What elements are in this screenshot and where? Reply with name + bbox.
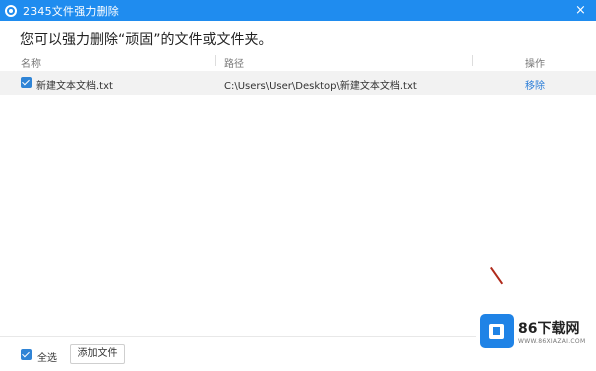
file-name: 新建文本文档.txt — [36, 81, 113, 92]
column-divider — [215, 55, 216, 66]
window-title: 2345文件强力删除 — [23, 4, 119, 18]
column-header-name: 名称 — [21, 59, 41, 70]
footer-divider — [0, 336, 476, 337]
headline: 您可以强力删除“顽固”的文件或文件夹。 — [20, 32, 273, 48]
cursor-mark — [490, 266, 504, 285]
table-header: 名称 路径 操作 — [0, 52, 596, 70]
column-header-action: 操作 — [525, 59, 545, 70]
select-all-checkbox[interactable] — [21, 349, 32, 360]
app-icon — [5, 4, 17, 17]
watermark-title: 86下载网 — [518, 321, 580, 337]
close-icon[interactable]: × — [573, 3, 588, 18]
watermark-logo-icon — [480, 314, 514, 348]
title-bar: 2345文件强力删除 × — [0, 0, 596, 21]
file-path: C:\Users\User\Desktop\新建文本文档.txt — [224, 81, 417, 92]
table-row[interactable]: 新建文本文档.txt C:\Users\User\Desktop\新建文本文档.… — [0, 71, 596, 95]
row-checkbox[interactable] — [21, 77, 32, 88]
watermark: 86下载网 WWW.86XIAZAI.COM — [478, 310, 596, 371]
select-all-label[interactable]: 全选 — [37, 349, 57, 364]
watermark-subtitle: WWW.86XIAZAI.COM — [518, 338, 586, 345]
column-header-path: 路径 — [224, 59, 244, 70]
add-file-button[interactable]: 添加文件 — [70, 344, 125, 364]
column-divider — [472, 55, 473, 66]
remove-link[interactable]: 移除 — [525, 77, 545, 92]
